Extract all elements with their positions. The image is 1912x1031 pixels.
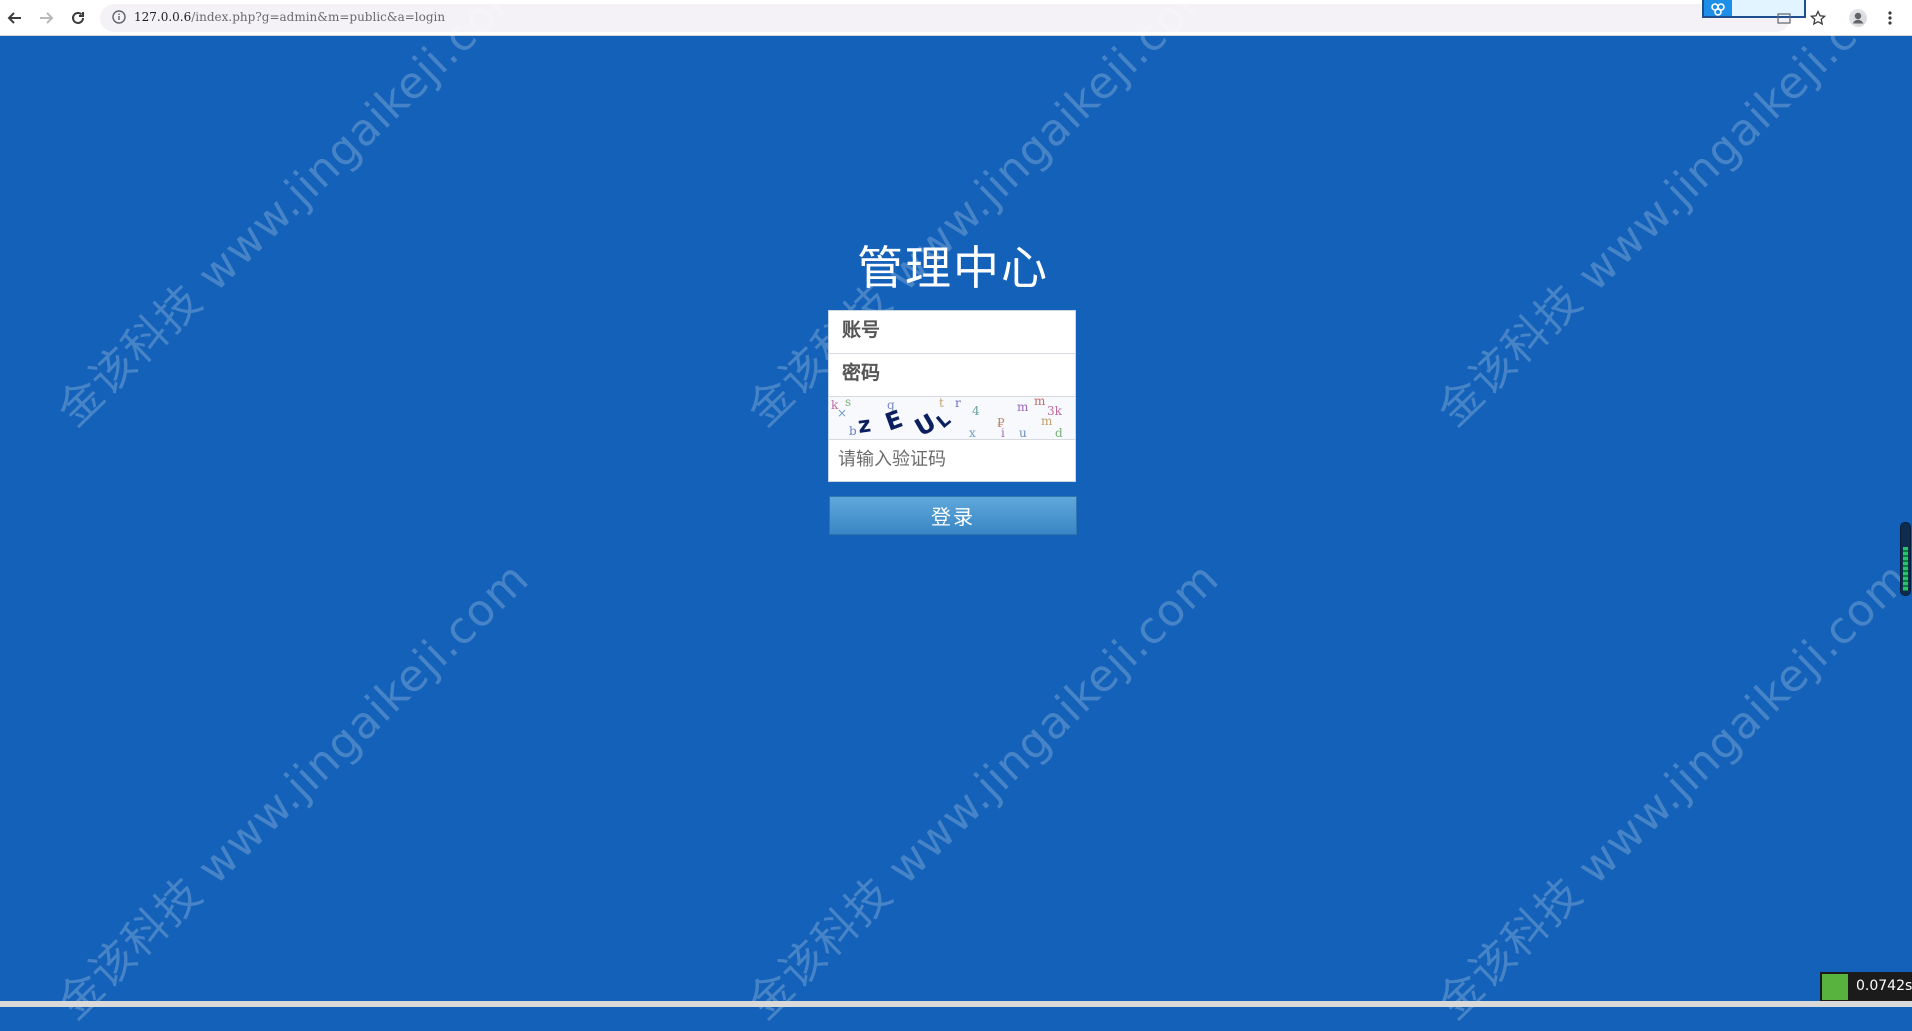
address-bar[interactable]: 127.0.0.6/index.php?g=admin&m=public&a=l…: [100, 4, 1790, 32]
reload-button[interactable]: [66, 6, 90, 30]
profile-avatar-icon[interactable]: [1848, 8, 1868, 28]
page-title: 管理中心: [857, 241, 1049, 295]
svg-text:4: 4: [972, 404, 980, 418]
svg-text:u: u: [1019, 426, 1027, 439]
url-path: /index.php?g=admin&m=public&a=login: [191, 10, 446, 24]
watermark: 金该科技 www.jingaikeji.com: [737, 552, 1229, 1030]
url-host: 127.0.0.6: [134, 10, 192, 24]
tab-cast-icon[interactable]: [1774, 8, 1794, 28]
page-load-timer: 0.0742s: [1820, 972, 1912, 1001]
reload-icon: [72, 11, 84, 24]
back-arrow-icon: [7, 12, 21, 24]
forward-arrow-icon: [40, 12, 54, 24]
taskbar-strip: [0, 1001, 1912, 1007]
svg-text:E: E: [881, 405, 906, 437]
watermark: 金该科技 www.jingaikeji.com: [1427, 0, 1912, 437]
extension-logo-icon: [1704, 0, 1732, 16]
login-form: ks ×b qt r4 ₽m m3k xi ud m z E U L: [828, 310, 1076, 482]
url-text: 127.0.0.6/index.php?g=admin&m=public&a=l…: [134, 10, 445, 24]
captcha-image[interactable]: ks × b qt r4 ₽ m m 3k xi ud m z E U L: [829, 397, 1075, 439]
svg-text:b: b: [849, 424, 857, 438]
scroll-widget[interactable]: [1900, 522, 1911, 596]
svg-text:d: d: [1055, 426, 1063, 439]
password-input[interactable]: [829, 354, 1075, 396]
username-input[interactable]: [829, 311, 1075, 353]
watermark: 金该科技 www.jingaikeji.com: [1427, 552, 1912, 1030]
site-info-icon[interactable]: [112, 10, 126, 24]
svg-text:r: r: [955, 397, 961, 410]
browser-menu-icon[interactable]: [1880, 8, 1900, 28]
captcha-input[interactable]: [829, 440, 1075, 482]
svg-text:m: m: [1034, 397, 1046, 408]
svg-text:z: z: [856, 412, 872, 439]
svg-text:i: i: [1001, 426, 1005, 439]
timer-text: 0.0742s: [1856, 978, 1912, 994]
watermark: 金该科技 www.jingaikeji.com: [47, 0, 539, 437]
back-button[interactable]: [3, 6, 27, 30]
svg-text:×: ×: [837, 406, 847, 420]
svg-text:x: x: [969, 426, 976, 439]
captcha-noise-graphic: ks ×b qt r4 ₽m m3k xi ud m z E U L: [831, 397, 1063, 439]
forward-button[interactable]: [34, 6, 58, 30]
bookmark-star-icon[interactable]: [1808, 8, 1828, 28]
login-button[interactable]: 登录: [829, 496, 1077, 535]
svg-text:m: m: [1041, 414, 1053, 428]
browser-toolbar: 127.0.0.6/index.php?g=admin&m=public&a=l…: [0, 0, 1912, 36]
timer-logo-icon: [1822, 974, 1848, 1000]
svg-text:m: m: [1017, 400, 1029, 414]
watermark: 金该科技 www.jingaikeji.com: [47, 552, 539, 1030]
svg-text:t: t: [939, 397, 944, 410]
